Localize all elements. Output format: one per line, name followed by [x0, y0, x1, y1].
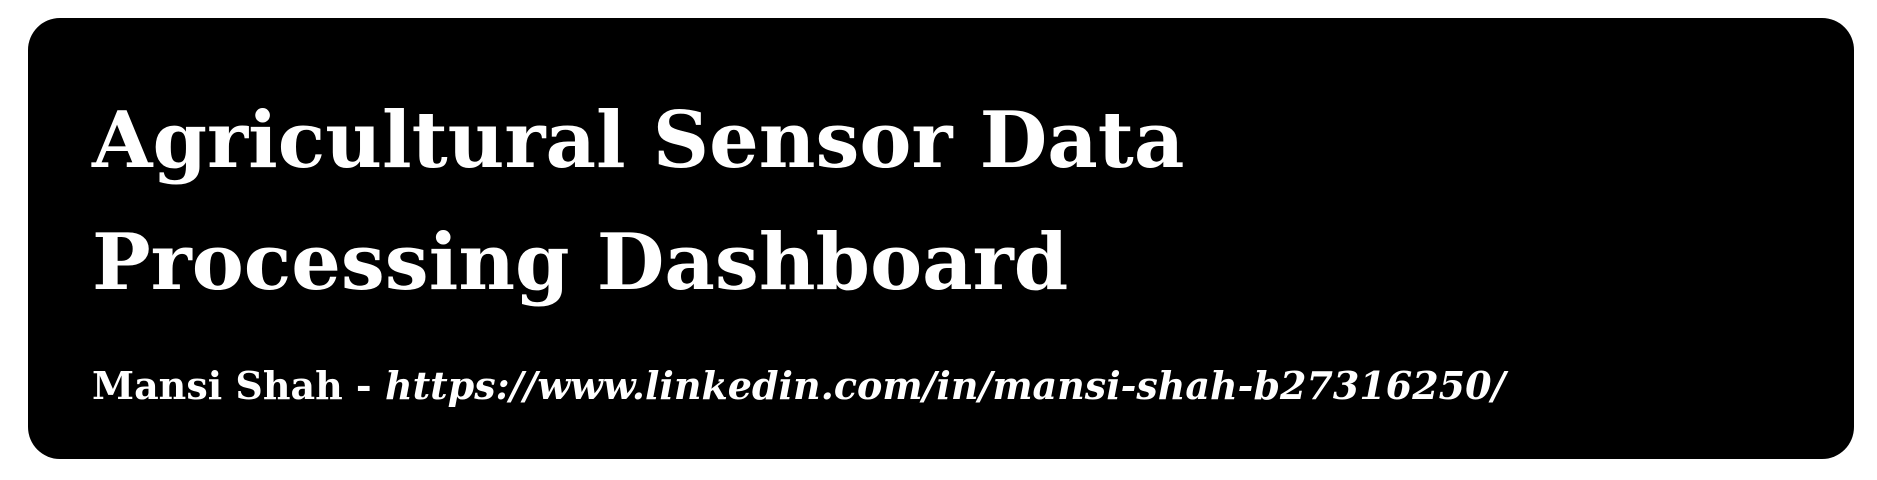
- linkedin-link[interactable]: https://www.linkedin.com/in/mansi-shah-b…: [385, 363, 1505, 408]
- author-name: Mansi Shah: [92, 363, 343, 408]
- byline-separator: -: [342, 363, 385, 408]
- page-title-line-2: Processing Dashboard: [92, 217, 1069, 308]
- page-title-line-1: Agricultural Sensor Data: [92, 95, 1185, 186]
- header-banner: Agricultural Sensor Data Processing Dash…: [28, 18, 1854, 459]
- page-title: Agricultural Sensor Data Processing Dash…: [92, 80, 1854, 324]
- author-byline: Mansi Shah - https://www.linkedin.com/in…: [92, 362, 1854, 410]
